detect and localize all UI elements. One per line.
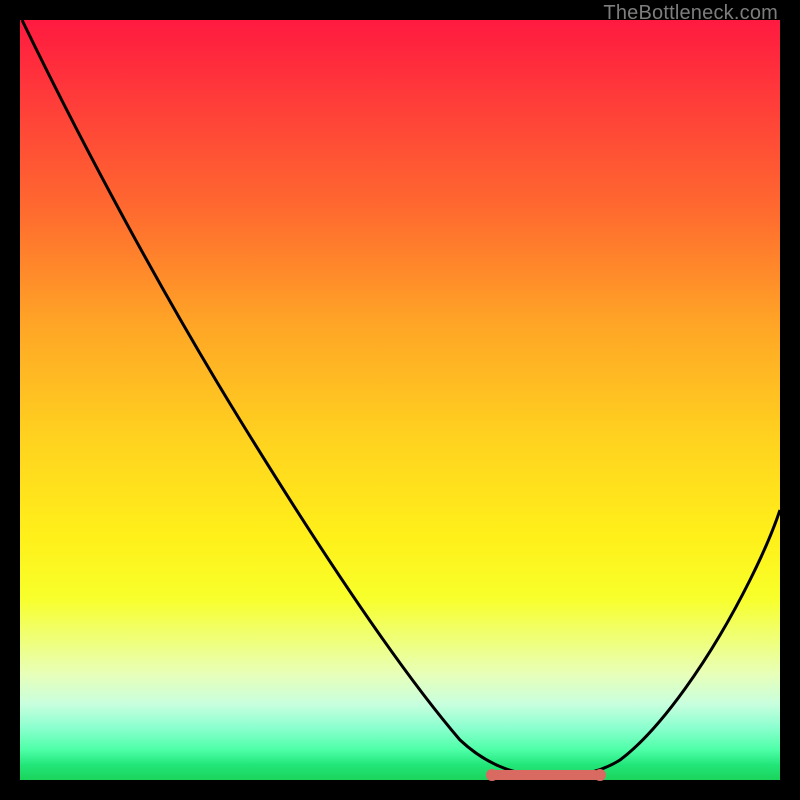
chart-frame: TheBottleneck.com xyxy=(0,0,800,800)
valley-marker xyxy=(490,770,600,780)
plot-area xyxy=(20,20,780,780)
bottleneck-curve xyxy=(20,20,780,780)
valley-dot-left xyxy=(486,769,498,781)
curve-path xyxy=(22,20,780,776)
valley-dot-right xyxy=(594,769,606,781)
